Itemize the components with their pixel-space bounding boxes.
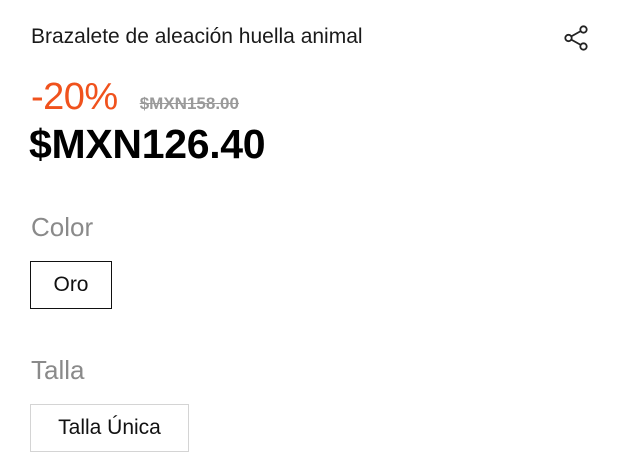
price-row: -20% $MXN158.00	[31, 75, 239, 119]
color-option-oro[interactable]: Oro	[30, 261, 112, 309]
size-option-talla-unica[interactable]: Talla Única	[30, 404, 189, 452]
product-title: Brazalete de aleación huella animal	[31, 25, 363, 48]
current-price: $MXN126.40	[29, 121, 266, 167]
original-price: $MXN158.00	[139, 94, 239, 113]
color-option-label: Oro	[53, 273, 89, 296]
size-option-label: Talla Única	[58, 416, 161, 439]
discount-badge: -20%	[31, 76, 118, 118]
share-button[interactable]	[559, 21, 593, 55]
share-icon	[561, 23, 591, 53]
color-label: Color	[31, 212, 94, 242]
size-label: Talla	[31, 355, 85, 385]
